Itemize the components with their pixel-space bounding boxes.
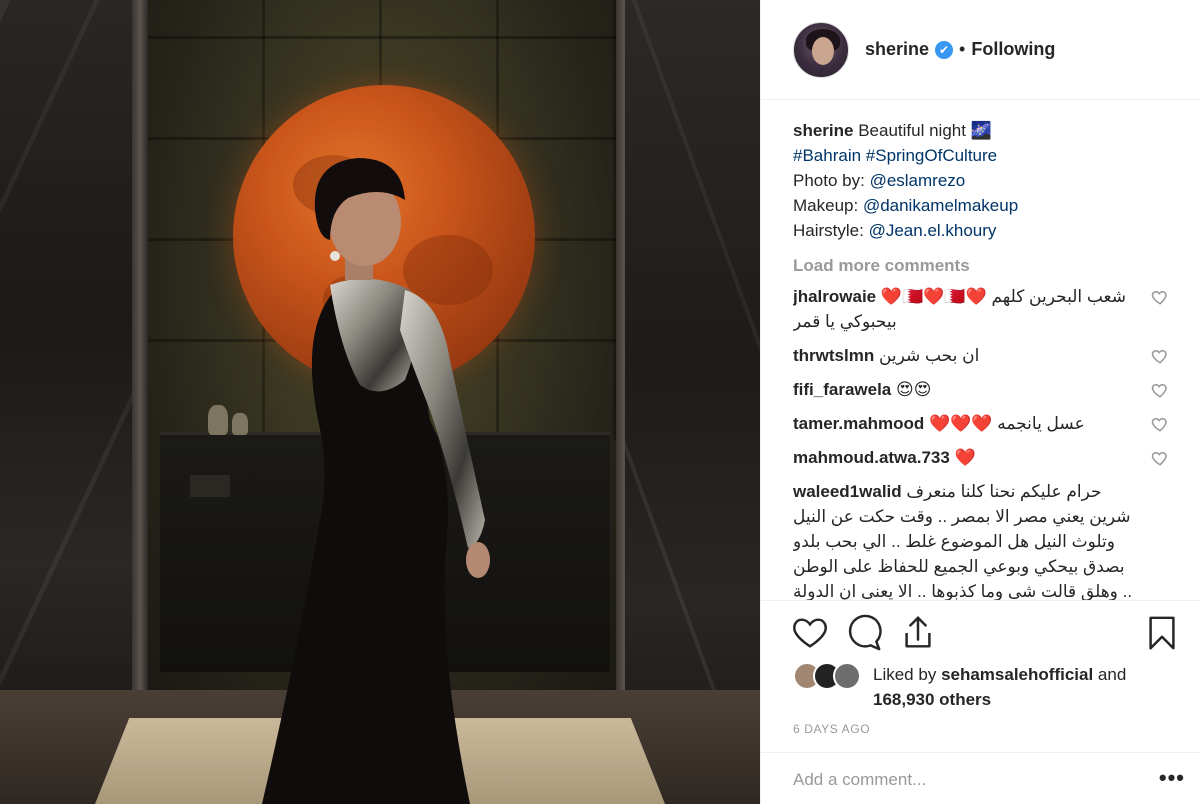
actions-divider: [761, 600, 1200, 601]
comment-item: thrwtslmn ان بحب شرين: [793, 343, 1173, 368]
liker-avatars[interactable]: [793, 662, 867, 692]
comment-item: jhalrowaie شعب البحرين كلهم ❤️🇧🇭❤️🇧🇭❤️ ب…: [793, 284, 1173, 334]
post-side-panel: sherine ✔ • Following sherine Beautiful …: [760, 0, 1200, 804]
comment-item: fifi_farawela 😍😍: [793, 377, 1173, 402]
verified-badge-icon: ✔: [935, 40, 954, 59]
caption-hashtags[interactable]: #Bahrain #SpringOfCulture: [793, 143, 1173, 168]
comment-like-heart-icon[interactable]: [1151, 449, 1169, 467]
comments-list[interactable]: sherine Beautiful night 🌌 #Bahrain #Spri…: [793, 118, 1173, 600]
likes-count-link[interactable]: 168,930 others: [873, 690, 991, 709]
likes-and: and: [1097, 665, 1127, 684]
caption-username[interactable]: sherine: [793, 121, 853, 140]
comment-item: mahmoud.atwa.733 ❤️: [793, 445, 1173, 470]
makeup-credit-link[interactable]: @danikamelmakeup: [863, 196, 1018, 215]
bookmark-icon[interactable]: [1143, 614, 1181, 652]
post-timestamp[interactable]: 6 DAYS AGO: [793, 722, 870, 736]
likes-summary: Liked by sehamsalehofficial and 168,930 …: [793, 662, 1183, 712]
caption-text: Beautiful night 🌌: [858, 121, 992, 140]
comment-like-heart-icon[interactable]: [1151, 415, 1169, 433]
add-comment-bar: •••: [761, 752, 1200, 804]
likes-prefix: Liked by: [873, 665, 937, 684]
photo-credit-label: Photo by:: [793, 171, 865, 190]
hair-credit-link[interactable]: @Jean.el.khoury: [869, 221, 997, 240]
comment-username[interactable]: thrwtslmn: [793, 346, 874, 365]
likes-text: Liked by sehamsalehofficial and 168,930 …: [873, 662, 1126, 712]
comment-item: tamer.mahmood عسل يانجمه ❤️❤️❤️: [793, 411, 1173, 436]
heart-icon[interactable]: [791, 614, 829, 652]
add-comment-input[interactable]: [793, 767, 1133, 793]
avatar[interactable]: [793, 21, 849, 78]
following-button[interactable]: Following: [971, 39, 1055, 60]
photo-credit-link[interactable]: @eslamrezo: [870, 171, 966, 190]
comment-like-heart-icon[interactable]: [1151, 347, 1169, 365]
comment-like-heart-icon[interactable]: [1151, 381, 1169, 399]
load-more-comments-button[interactable]: Load more comments: [793, 253, 1173, 278]
post-caption: sherine Beautiful night 🌌 #Bahrain #Spri…: [793, 118, 1173, 243]
makeup-credit-label: Makeup:: [793, 196, 859, 215]
share-icon[interactable]: [899, 614, 937, 652]
woman-figure: [262, 158, 490, 804]
comment-username[interactable]: mahmoud.atwa.733: [793, 448, 950, 467]
hair-credit-label: Hairstyle:: [793, 221, 864, 240]
liker-avatar: [833, 662, 861, 690]
post-username[interactable]: sherine: [865, 39, 929, 60]
comment-text: ان بحب شرين: [878, 346, 980, 365]
separator-dot: •: [959, 39, 966, 59]
comment-like-heart-icon[interactable]: [1151, 288, 1169, 306]
comment-text: ❤️: [954, 448, 976, 467]
comment-username[interactable]: jhalrowaie: [793, 287, 876, 306]
post-photo[interactable]: [0, 0, 760, 804]
comment-username[interactable]: fifi_farawela: [793, 380, 891, 399]
comment-username[interactable]: tamer.mahmood: [793, 414, 924, 433]
comment-icon[interactable]: [845, 614, 883, 652]
likes-user-link[interactable]: sehamsalehofficial: [941, 665, 1093, 684]
post-header: sherine ✔ • Following: [761, 0, 1200, 100]
comment-text: 😍😍: [896, 380, 932, 399]
more-options-button[interactable]: •••: [1159, 765, 1185, 791]
comment-item: waleed1walid حرام عليكم نحنا كلنا منعرف …: [793, 479, 1173, 600]
comment-username[interactable]: waleed1walid: [793, 482, 902, 501]
post-action-bar: [791, 614, 1181, 654]
comment-text: عسل يانجمه ❤️❤️❤️: [929, 414, 1085, 433]
